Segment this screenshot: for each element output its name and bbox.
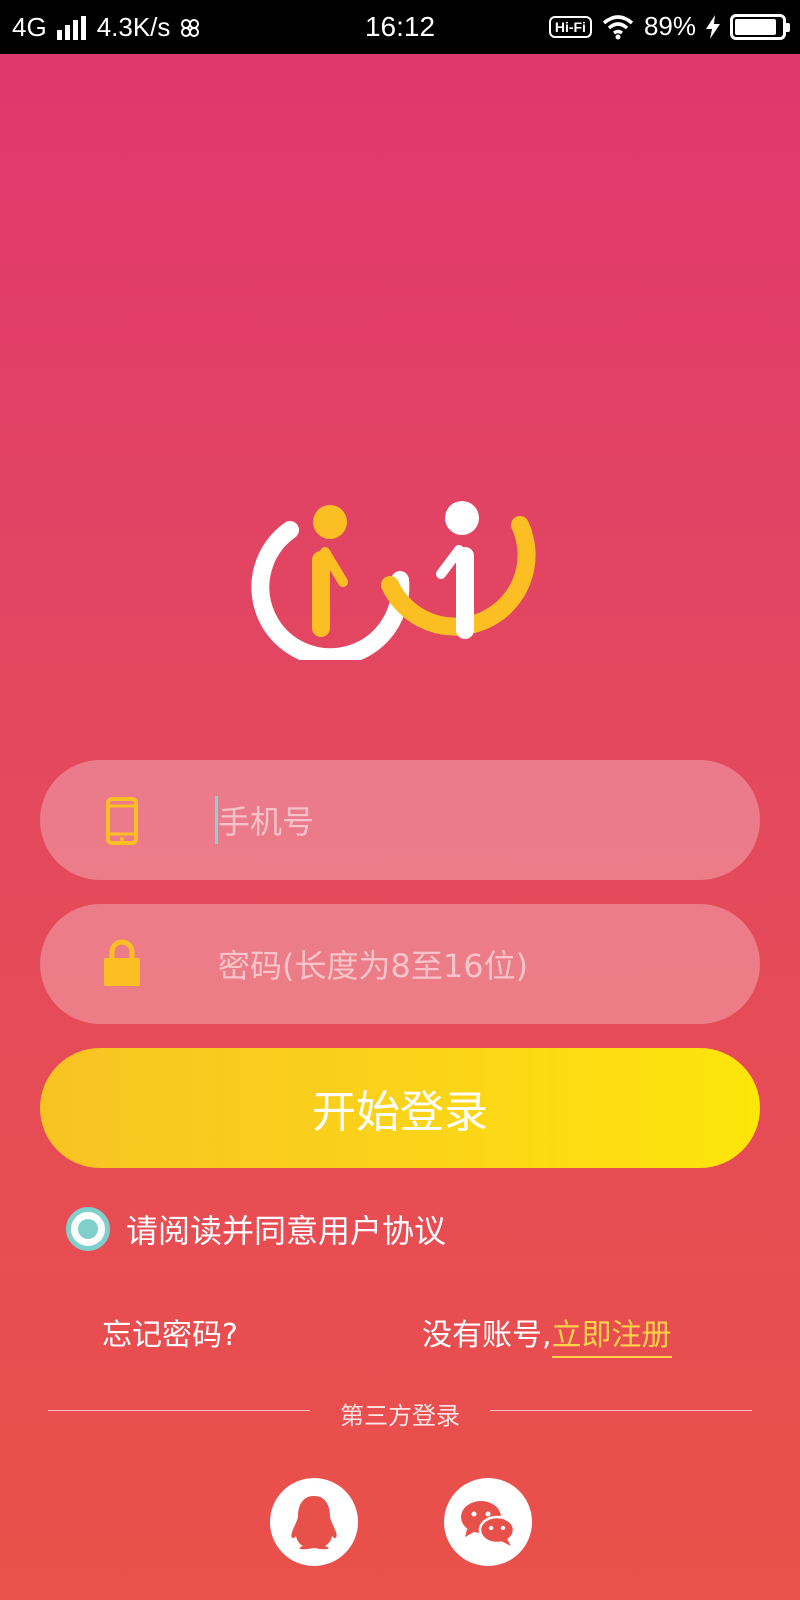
lock-icon: [104, 939, 140, 986]
status-right: Hi-Fi 89%: [548, 11, 790, 42]
app-logo: [251, 501, 536, 660]
charging-icon: [706, 14, 720, 39]
wechat-icon: [461, 1501, 516, 1546]
battery-icon: [730, 13, 790, 40]
phone-placeholder: 手机号: [218, 803, 315, 841]
wechat-login-button[interactable]: [444, 1478, 532, 1566]
qq-penguin-icon: [291, 1496, 337, 1550]
divider-right: [490, 1410, 752, 1411]
agreement-row[interactable]: 请阅读并同意用户协议: [66, 1206, 446, 1252]
forgot-password-link[interactable]: 忘记密码?: [102, 1310, 238, 1354]
third-party-label: 第三方登录: [340, 1402, 460, 1430]
login-button[interactable]: 开始登录: [40, 1048, 760, 1168]
password-placeholder: 密码(长度为8至16位): [218, 947, 529, 985]
hifi-badge: Hi-Fi: [548, 15, 592, 38]
register-link[interactable]: 立即注册: [551, 1310, 672, 1358]
password-field[interactable]: 密码(长度为8至16位): [40, 904, 760, 1024]
status-bar: 4G 4.3K/s 16:12 Hi-Fi 89%: [0, 0, 800, 54]
qq-login-button[interactable]: [270, 1478, 358, 1566]
battery-percent: 89%: [643, 11, 696, 41]
mobile-phone-icon: [106, 797, 138, 845]
wifi-icon: [602, 14, 634, 39]
agreement-radio[interactable]: [66, 1207, 110, 1251]
no-account-row: 没有账号, 立即注册: [422, 1310, 672, 1358]
no-account-text: 没有账号,: [422, 1318, 552, 1353]
phone-field[interactable]: 手机号: [40, 760, 760, 880]
agreement-text[interactable]: 请阅读并同意用户协议: [126, 1206, 446, 1252]
battery-fill: [735, 18, 776, 35]
